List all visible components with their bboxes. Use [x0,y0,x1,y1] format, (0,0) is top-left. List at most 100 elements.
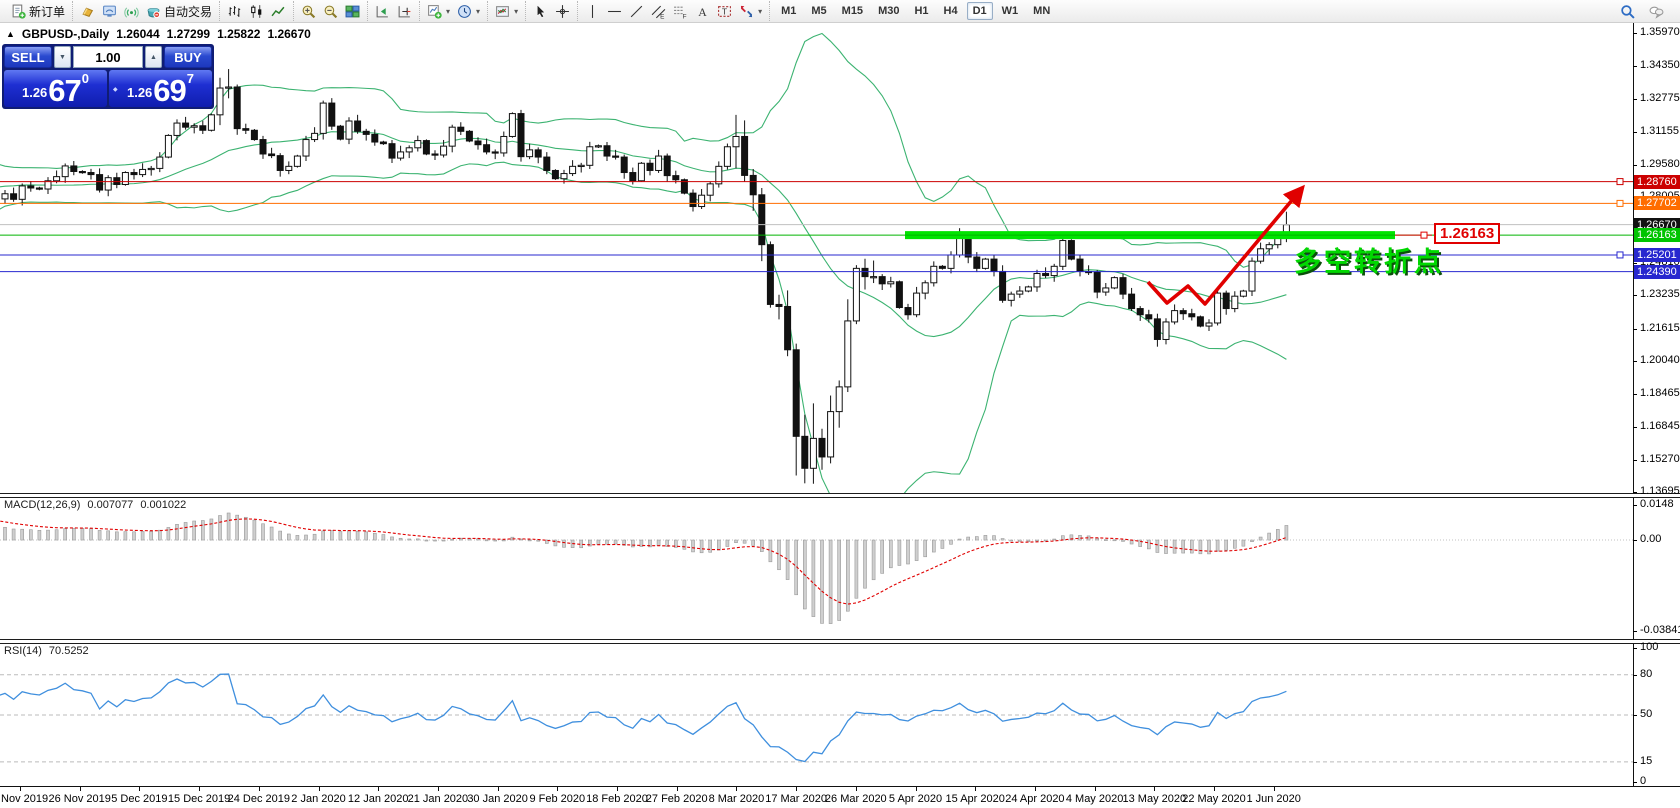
timeframe-w1[interactable]: W1 [996,2,1025,20]
bull-candle [345,120,353,140]
new-chart-button[interactable]: ▾ [425,3,452,20]
bar-chart-mode-button[interactable] [225,3,244,20]
bull-candle [508,113,516,137]
bear-candle [749,174,757,196]
pane-divider[interactable] [0,493,1680,498]
candlestick-mode-button[interactable] [247,3,266,20]
macd-axis-label: -0.038415 [1640,624,1680,636]
bear-candle [999,270,1007,301]
bull-candle [164,134,172,158]
date-tick [617,787,618,791]
chevron-down-icon[interactable]: ▾ [758,7,762,16]
equidistant-channel-tool-button[interactable]: E [649,3,668,20]
timeframe-m1[interactable]: M1 [775,2,802,20]
line-chart-mode-button[interactable] [269,3,288,20]
timeframe-m15[interactable]: M15 [836,2,869,20]
ohlc-open: 1.26044 [116,27,160,41]
macd-bar [1233,539,1237,549]
collapse-triangle-icon[interactable]: ▲ [6,29,15,39]
bear-candle [672,175,680,181]
price-tick-label: 1.31155 [1640,125,1679,138]
bull-candle [1,193,9,200]
autotrading-button[interactable]: 自动交易 [144,2,214,21]
chevron-down-icon[interactable]: ▾ [476,7,480,16]
macd-bar [1000,538,1005,541]
price-tick-label: 1.15270 [1640,452,1680,465]
chat-button[interactable] [1647,3,1666,20]
periods-menu-button[interactable]: ▾ [455,3,482,20]
date-tick [855,787,857,791]
sell-price-display[interactable]: 1.26 67 0 [4,70,107,107]
timeframe-m30[interactable]: M30 [872,2,905,20]
bull-candle [414,140,422,149]
macd-bar [940,539,945,549]
macd-pane-canvas[interactable] [0,497,1633,639]
bollinger-lower-band [0,161,1287,493]
crosshair-tool-button[interactable] [553,3,572,20]
macd-bar [269,526,274,541]
tile-windows-button[interactable] [343,3,362,20]
chevron-down-icon[interactable]: ▾ [446,7,450,16]
volume-increase-button[interactable]: ▲ [145,46,162,68]
market-watch-button[interactable] [100,3,119,20]
zoom-out-button[interactable] [321,3,340,20]
time-axis[interactable]: 7 Nov 201926 Nov 20195 Dec 201915 Dec 20… [0,786,1680,808]
cursor-tool-button[interactable] [531,3,550,20]
horizontal-line-tool-button[interactable] [605,3,624,20]
pane-divider[interactable] [0,639,1680,644]
arrows-tool-button[interactable]: ▾ [737,3,764,20]
timeframe-h4[interactable]: H4 [938,2,964,20]
search-button[interactable] [1618,3,1637,20]
line-handle-marker[interactable] [1616,178,1624,186]
timeframe-h1[interactable]: H1 [908,2,934,20]
bull-candle [190,125,198,128]
buy-price-prefix: 1.26 [126,85,153,100]
macd-bar [1276,529,1280,541]
templates-button[interactable]: ▾ [493,3,520,20]
bear-candle [1188,313,1196,318]
timeframe-m5[interactable]: M5 [805,2,832,20]
line-handle-marker[interactable] [1616,251,1624,259]
price-axis[interactable]: 1.359701.343501.327751.311551.295801.280… [1633,22,1680,497]
signals-button[interactable] [122,3,141,20]
bear-candle [96,174,104,191]
macd-bar [1009,539,1014,542]
rsi-axis: 100 80 50 15 0 [1633,641,1680,787]
callout-handle-marker[interactable] [1420,231,1428,239]
macd-bar [3,526,7,541]
text-label-tool-button[interactable]: T [715,3,734,20]
bull-candle [173,122,181,136]
date-tick-label: 9 Feb 2020 [529,793,586,805]
buy-button[interactable]: BUY [164,46,212,68]
vertical-line-tool-button[interactable] [583,3,602,20]
text-tool-button[interactable]: A [693,3,712,20]
macd-axis: 0.0148 0.00 -0.038415 [1633,497,1680,639]
macd-bar [613,539,618,545]
fibonacci-tool-button[interactable]: F [671,3,690,20]
macd-bar [536,539,541,542]
symbol-info-bar: ▲ GBPUSD-,Daily 1.26044 1.27299 1.25822 … [6,27,311,41]
buy-price-display[interactable]: ◆ 1.26 69 7 [109,70,212,107]
chart-shift-button[interactable] [395,3,414,20]
chevron-down-icon[interactable]: ▾ [514,7,518,16]
sell-button[interactable]: SELL [4,46,52,68]
volume-input[interactable]: 1.00 [73,46,143,68]
new-order-button[interactable]: 新订单 [9,2,67,21]
styler-button[interactable] [78,3,97,20]
rsi-pane-canvas[interactable] [0,643,1633,785]
toolbar-group: ▾ [487,1,525,21]
line-handle-marker[interactable] [1616,199,1624,207]
bear-candle [354,120,362,132]
fibo-icon: F [673,4,688,19]
macd-bar [562,539,566,548]
timeframe-mn[interactable]: MN [1027,2,1056,20]
zoom-in-button[interactable] [299,3,318,20]
date-tick-label: 15 Apr 2020 [945,793,1005,805]
timeframe-d1[interactable]: D1 [966,2,993,20]
bear-candle [620,156,628,174]
bear-candle [861,267,869,278]
date-tick-label: 22 May 2020 [1182,793,1246,805]
trendline-tool-button[interactable] [627,3,646,20]
auto-scroll-button[interactable] [373,3,392,20]
volume-decrease-button[interactable]: ▼ [54,46,71,68]
